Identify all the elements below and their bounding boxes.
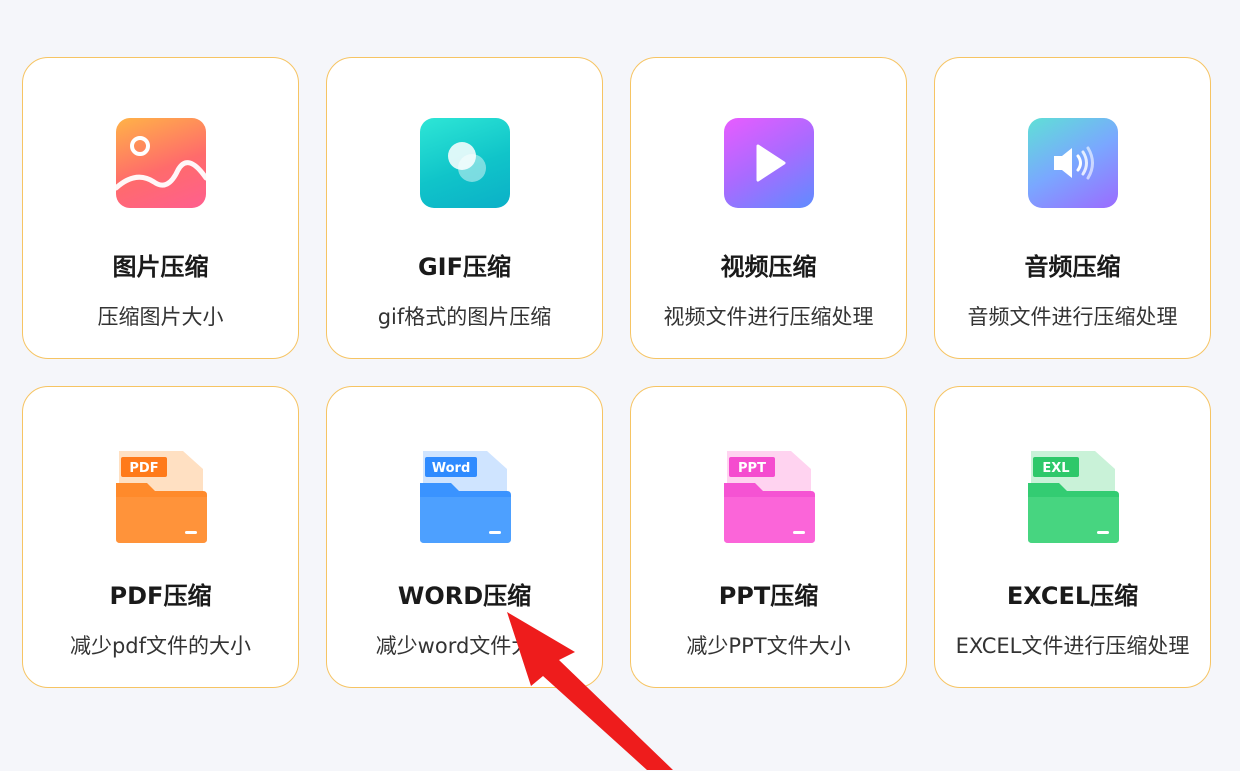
folder-badge: PDF <box>129 461 158 476</box>
ppt-folder-icon: PPT <box>719 447 819 547</box>
card-title: 音频压缩 <box>1024 253 1121 281</box>
card-desc: 减少pdf文件的大小 <box>69 634 252 658</box>
card-title: 视频压缩 <box>720 253 817 281</box>
folder-badge: EXL <box>1042 461 1069 476</box>
card-desc: EXCEL文件进行压缩处理 <box>955 634 1190 658</box>
card-title: GIF压缩 <box>417 253 512 281</box>
card-image-compress[interactable]: 图片压缩 压缩图片大小 <box>22 57 299 359</box>
word-folder-icon: Word <box>415 447 515 547</box>
card-desc: gif格式的图片压缩 <box>377 305 552 329</box>
gif-icon <box>415 118 515 218</box>
card-desc: 压缩图片大小 <box>97 305 224 329</box>
annotation-arrow-icon <box>507 612 673 770</box>
speaker-icon <box>1023 118 1123 218</box>
card-title: 图片压缩 <box>112 253 209 281</box>
card-desc: 音频文件进行压缩处理 <box>967 305 1178 329</box>
card-title: PDF压缩 <box>109 582 212 610</box>
compress-tools-grid: 图片压缩 压缩图片大小 GIF压缩 gif格式的图片压缩 视频压缩 视频文件进行… <box>22 57 1211 688</box>
card-pdf-compress[interactable]: PDF PDF压缩 减少pdf文件的大小 <box>22 386 299 688</box>
excel-folder-icon: EXL <box>1023 447 1123 547</box>
card-audio-compress[interactable]: 音频压缩 音频文件进行压缩处理 <box>934 57 1211 359</box>
card-desc: 视频文件进行压缩处理 <box>663 305 874 329</box>
folder-badge: Word <box>431 461 470 476</box>
card-video-compress[interactable]: 视频压缩 视频文件进行压缩处理 <box>630 57 907 359</box>
card-desc: 减少PPT文件大小 <box>686 634 851 658</box>
card-gif-compress[interactable]: GIF压缩 gif格式的图片压缩 <box>326 57 603 359</box>
card-excel-compress[interactable]: EXL EXCEL压缩 EXCEL文件进行压缩处理 <box>934 386 1211 688</box>
card-title: EXCEL压缩 <box>1006 582 1139 610</box>
card-title: PPT压缩 <box>718 582 819 610</box>
folder-badge: PPT <box>738 461 766 476</box>
video-play-icon <box>719 118 819 218</box>
image-icon <box>111 118 211 218</box>
pdf-folder-icon: PDF <box>111 447 211 547</box>
